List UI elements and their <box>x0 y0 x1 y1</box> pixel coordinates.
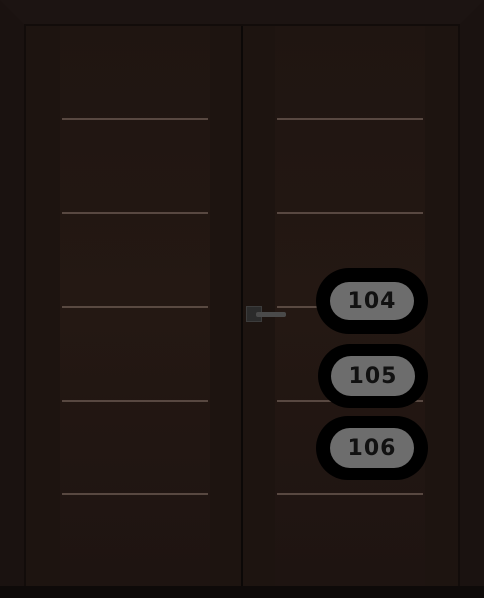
left-groove-3 <box>62 306 208 308</box>
left-door-outer-stile <box>26 26 60 586</box>
badge-106-label: 106 <box>330 428 414 468</box>
badge-105-label: 105 <box>331 356 415 396</box>
badge-106[interactable]: 106 <box>316 416 428 480</box>
badge-104-label: 104 <box>330 282 414 320</box>
double-door-photo: 104 105 106 <box>0 0 484 598</box>
left-groove-1 <box>62 118 208 120</box>
door-handle-lever[interactable] <box>256 312 286 317</box>
left-door-inner-stile <box>210 26 242 586</box>
badge-105[interactable]: 105 <box>318 344 428 408</box>
right-groove-2 <box>277 212 423 214</box>
floor-strip <box>0 586 484 598</box>
left-groove-2 <box>62 212 208 214</box>
right-groove-5 <box>277 493 423 495</box>
left-groove-5 <box>62 493 208 495</box>
door-meeting-line <box>241 26 243 586</box>
badge-104[interactable]: 104 <box>316 268 428 334</box>
right-door-outer-stile <box>425 26 458 586</box>
left-door-leaf <box>26 26 242 586</box>
left-groove-4 <box>62 400 208 402</box>
right-groove-1 <box>277 118 423 120</box>
